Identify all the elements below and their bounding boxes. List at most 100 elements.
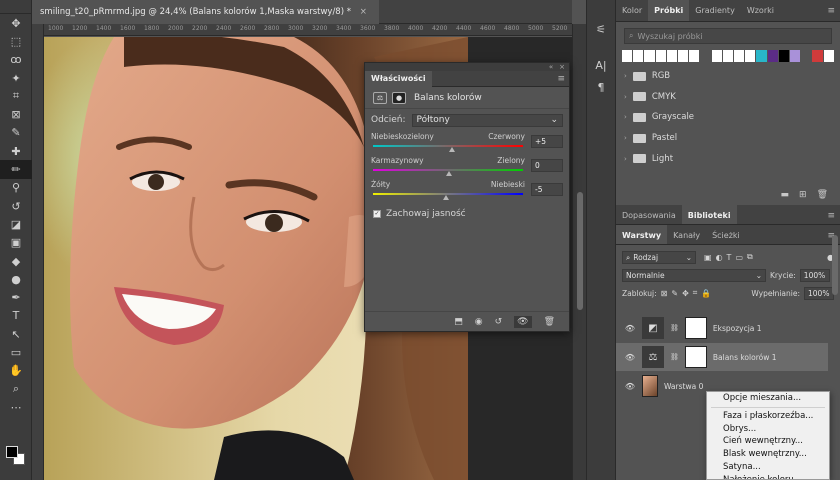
menu-item[interactable]: Cień wewnętrzny... [707,435,829,448]
foreground-color-swatch[interactable] [6,446,18,458]
visibility-eye-icon[interactable]: 👁 [624,324,636,333]
slider-value-field[interactable]: 0 [531,159,563,172]
crop-tool-icon[interactable]: ⌗ [0,87,32,105]
healing-tool-icon[interactable]: ✚ [0,142,32,160]
layer-row[interactable]: 👁 ◩ ⛓ Ekspozycja 1 [616,314,828,342]
panel-menu-icon[interactable]: ≡ [827,0,840,21]
blend-mode-select[interactable]: Normalnie ⌄ [622,268,766,282]
menu-item[interactable]: Obrys... [707,423,829,436]
chevron-right-icon[interactable]: › [624,72,627,80]
eyedropper-tool-icon[interactable]: ✎ [0,124,32,142]
visibility-eye-icon[interactable]: 👁 [624,382,636,391]
slider-track[interactable] [373,145,523,147]
filter-kind-select[interactable]: ⌕ Rodzaj ⌄ [622,250,696,264]
swatch-folder[interactable]: › RGB [616,66,840,87]
mask-icon[interactable]: ● [392,91,406,104]
panel-menu-icon[interactable]: ≡ [827,205,840,224]
color-swatch[interactable] [823,50,834,62]
slider-thumb[interactable] [446,171,452,176]
color-swatch[interactable] [644,50,655,62]
menu-item[interactable]: Nałożenie koloru... [707,474,829,479]
menu-item[interactable]: Opcje mieszania... [707,392,829,405]
dock-grip[interactable] [587,0,615,14]
reset-icon[interactable]: ↺ [495,317,503,327]
chevron-right-icon[interactable]: › [624,155,627,163]
color-swatch[interactable] [622,50,633,62]
lock-all-icon[interactable]: 🔒 [701,289,711,298]
move-tool-icon[interactable]: ✥ [0,14,32,32]
lock-transparent-icon[interactable]: ⊠ [661,289,668,298]
color-swatch[interactable] [778,50,790,62]
paragraph-icon[interactable]: ¶ [587,76,615,98]
smart-filter-icon[interactable]: ⧉ [747,252,753,262]
adjustments-icon[interactable]: ⚟ [587,18,615,40]
slider-value-field[interactable]: -5 [531,183,563,196]
view-previous-icon[interactable]: ◉ [475,317,483,327]
balance-scale-icon[interactable]: ⚖ [373,91,387,104]
menu-item[interactable]: Satyna... [707,461,829,474]
color-swatch[interactable] [666,50,678,62]
tab-swatches-3[interactable]: Wzorki [741,0,780,21]
lock-pixels-icon[interactable]: ✎ [671,289,678,298]
type-tool-icon[interactable]: T [0,307,32,325]
pen-tool-icon[interactable]: ✒ [0,288,32,306]
layer-mask-thumbnail[interactable] [684,346,707,368]
close-icon[interactable]: × [559,63,565,71]
layers-scrollbar[interactable] [832,235,838,295]
chevron-right-icon[interactable]: › [624,93,627,101]
path-select-tool-icon[interactable]: ↖ [0,325,32,343]
slider-value-field[interactable]: +5 [531,135,563,148]
visibility-eye-icon[interactable]: 👁 [514,315,532,328]
brush-tool-icon[interactable]: ✏ [0,160,32,179]
lock-position-icon[interactable]: ✥ [682,289,689,298]
swatch-folder[interactable]: › Pastel [616,128,840,149]
color-swatch[interactable] [756,50,767,62]
fill-field[interactable]: 100% [804,286,834,300]
color-swatch[interactable] [700,50,711,62]
zoom-tool-icon[interactable]: ⌕ [0,380,32,398]
swatch-folder[interactable]: › CMYK [616,87,840,108]
tab-library-1[interactable]: Biblioteki [681,205,737,224]
tab-swatches-2[interactable]: Gradienty [689,0,741,21]
close-icon[interactable]: × [360,7,367,17]
color-swatch[interactable] [678,50,689,62]
menu-item[interactable]: Faza i płaskorzeźba... [707,410,829,423]
pixel-filter-icon[interactable]: ▣ [704,253,712,262]
color-swatch[interactable] [633,50,644,62]
panel-menu-icon[interactable]: ≡ [557,74,565,84]
swatch-folder[interactable]: › Grayscale [616,107,840,128]
new-swatch-icon[interactable]: ⊞ [799,190,807,200]
opacity-field[interactable]: 100% [799,268,830,282]
lasso-tool-icon[interactable]: ꝏ [0,51,32,69]
character-icon[interactable]: A| [587,54,615,76]
layer-row[interactable]: 👁 ⚖ ⛓ Balans kolorów 1 [616,343,828,371]
tab-layers-1[interactable]: Kanały [667,225,706,244]
color-swatch[interactable] [745,50,756,62]
shape-filter-icon[interactable]: ▭ [735,253,743,262]
visibility-eye-icon[interactable]: 👁 [624,353,636,362]
color-swatch[interactable] [812,50,823,62]
adjustment-filter-icon[interactable]: ◐ [716,253,723,262]
color-swatch[interactable] [655,50,666,62]
folder-icon[interactable]: ▬ [781,190,790,200]
color-swatch[interactable] [689,50,700,62]
magic-wand-tool-icon[interactable]: ✦ [0,69,32,87]
clip-to-layer-icon[interactable]: ⬒ [454,317,463,327]
layer-thumbnail[interactable] [642,375,658,397]
canvas-vertical-scrollbar[interactable] [572,24,586,480]
color-swatch[interactable] [722,50,734,62]
tab-swatches-0[interactable]: Kolor [616,0,648,21]
chain-link-icon[interactable]: ⛓ [670,324,679,332]
toolbar-grip[interactable] [0,0,31,14]
frame-tool-icon[interactable]: ⊠ [0,105,32,123]
collapse-icon[interactable]: « [549,63,553,71]
slider-thumb[interactable] [449,147,456,152]
trash-icon[interactable]: 🗑 [544,317,555,327]
gradient-tool-icon[interactable]: ▣ [0,234,32,252]
lock-artboard-icon[interactable]: ⌗ [693,288,698,298]
chevron-right-icon[interactable]: › [624,113,627,121]
more-tools-icon[interactable]: ⋯ [0,398,32,416]
color-swatch[interactable] [767,50,778,62]
tab-layers-0[interactable]: Warstwy [616,225,668,244]
chevron-right-icon[interactable]: › [624,134,627,142]
